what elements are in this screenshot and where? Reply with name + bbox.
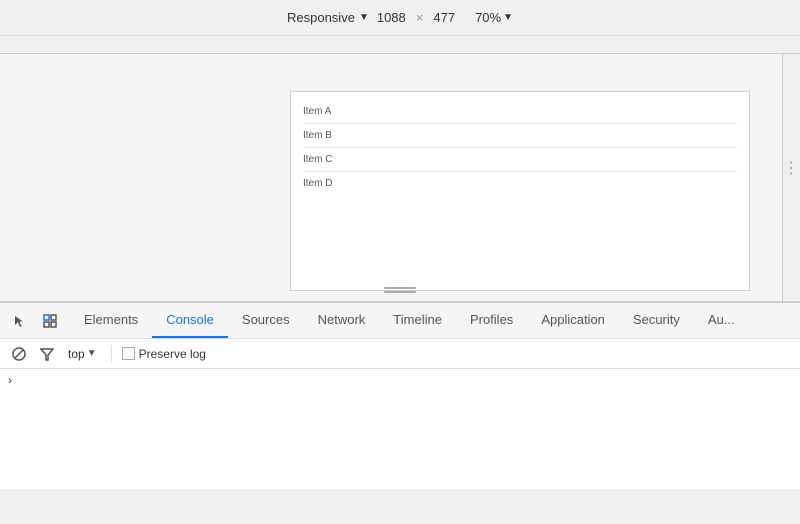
preview-container: Item A Item B Item C Item D	[290, 91, 750, 291]
tab-elements[interactable]: Elements	[70, 303, 152, 338]
devtools-panel: Elements Console Sources Network Timelin…	[0, 301, 800, 489]
responsive-label: Responsive	[287, 10, 355, 25]
list-item: Item C	[303, 148, 737, 172]
list-item: Item B	[303, 124, 737, 148]
responsive-dropdown-icon[interactable]: ▼	[359, 12, 369, 23]
zoom-dropdown-icon[interactable]: ▼	[503, 12, 513, 23]
scrollbar-icon: ⋮	[783, 161, 799, 177]
tab-timeline[interactable]: Timeline	[379, 303, 456, 338]
list-item: Item D	[303, 172, 737, 195]
console-output[interactable]: ›	[0, 369, 800, 489]
context-selector[interactable]: top ▼	[64, 345, 101, 363]
dimension-separator: ×	[416, 10, 424, 25]
block-icon	[12, 347, 26, 361]
tab-audits[interactable]: Au...	[694, 303, 749, 338]
preview-area: Item A Item B Item C Item D ⋮	[0, 36, 800, 301]
toolbar-divider	[111, 345, 112, 363]
viewport-height: 477	[433, 10, 455, 25]
tab-network[interactable]: Network	[304, 303, 380, 338]
preserve-log-text: Preserve log	[139, 347, 206, 361]
preserve-log-checkbox[interactable]	[122, 347, 135, 360]
viewport-width: 1088	[377, 10, 406, 25]
preview-content: Item A Item B Item C Item D	[291, 92, 749, 203]
console-cursor: ›	[8, 373, 12, 387]
tab-sources[interactable]: Sources	[228, 303, 304, 338]
context-label: top	[68, 347, 85, 361]
preserve-log-label[interactable]: Preserve log	[122, 347, 206, 361]
resize-handle[interactable]	[384, 287, 416, 293]
context-dropdown-icon: ▼	[87, 348, 97, 359]
tab-profiles[interactable]: Profiles	[456, 303, 527, 338]
responsive-selector[interactable]: Responsive ▼	[287, 10, 369, 25]
list-item: Item A	[303, 100, 737, 124]
tab-application[interactable]: Application	[527, 303, 619, 338]
zoom-selector[interactable]: 70% ▼	[475, 10, 513, 25]
console-toolbar: top ▼ Preserve log	[0, 339, 800, 369]
filter-icon	[40, 347, 54, 361]
filter-button[interactable]	[36, 343, 58, 365]
top-bar: Responsive ▼ 1088 × 477 70% ▼	[0, 0, 800, 36]
drag-line-1	[384, 287, 416, 289]
ruler-horizontal	[0, 36, 800, 54]
zoom-label: 70%	[475, 10, 501, 25]
tab-security[interactable]: Security	[619, 303, 694, 338]
drag-line-2	[384, 291, 416, 293]
tab-console[interactable]: Console	[152, 303, 228, 338]
cursor-icon	[13, 314, 27, 328]
inspect-icon	[42, 313, 58, 329]
clear-console-button[interactable]	[8, 343, 30, 365]
devtools-tabs: Elements Console Sources Network Timelin…	[0, 303, 800, 339]
scrollbar-indicator: ⋮	[782, 36, 800, 301]
inspect-button[interactable]	[36, 307, 64, 335]
tab-icon-group	[0, 303, 70, 338]
cursor-tool-button[interactable]	[6, 307, 34, 335]
